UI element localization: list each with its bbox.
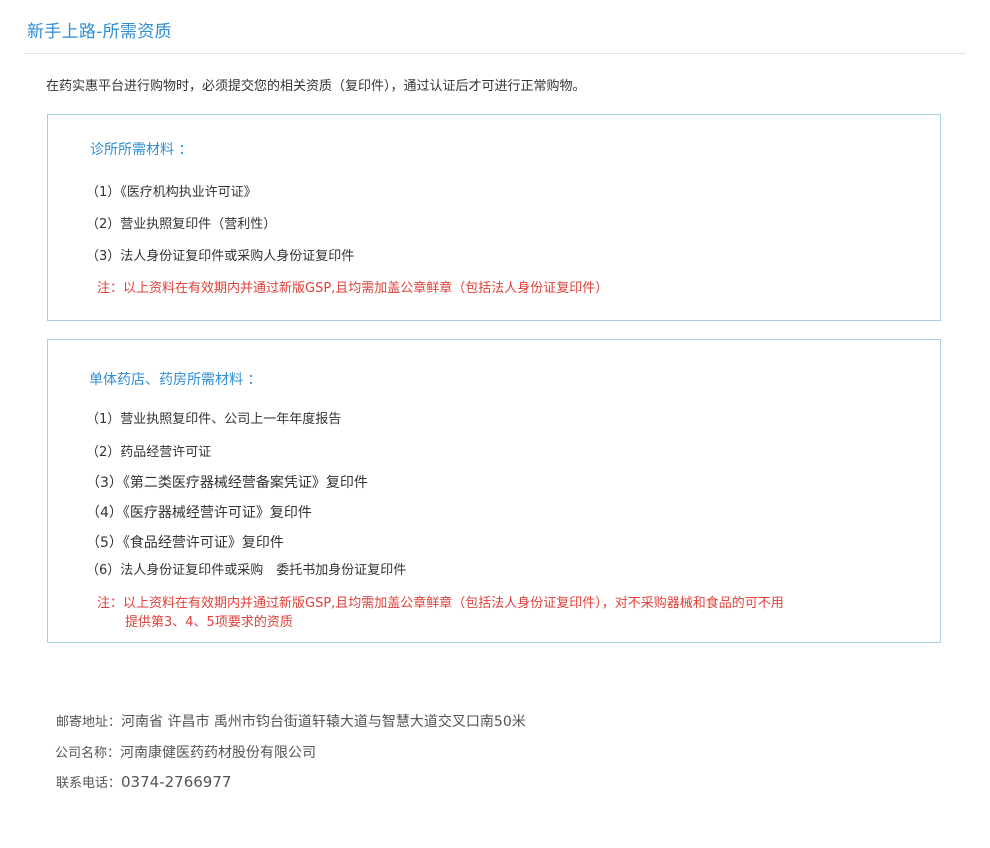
pharmacy-note: 注：以上资料在有效期内并通过新版GSP,且均需加盖公章鲜章（包括法人身份证复印件… (97, 594, 784, 632)
company-value: 河南康健医药药材股份有限公司 (120, 745, 317, 761)
pharmacy-requirements-box: 单体药店、药房所需材料 ： （1）营业执照复印件、公司上一年年度报告 （2）药品… (47, 339, 941, 643)
pharmacy-note-line-2: 提供第3、4、5项要求的资质 (125, 615, 293, 630)
title-divider (24, 53, 966, 54)
address-label: 邮寄地址： (56, 715, 122, 730)
pharmacy-item-3: （3）《第二类医疗器械经营备案凭证》复印件 (86, 475, 368, 491)
address-row: 邮寄地址：河南省 许昌市 禹州市钧台街道轩辕大道与智慧大道交叉口南50米 (56, 711, 526, 731)
company-row: 公司名称：河南康健医药药材股份有限公司 (55, 742, 316, 762)
clinic-section-title: 诊所所需材料 ： (90, 142, 193, 158)
intro-text: 在药实惠平台进行购物时，必须提交您的相关资质（复印件），通过认证后才可进行正常购… (46, 79, 586, 94)
pharmacy-item-4: （4）《医疗器械经营许可证》复印件 (86, 505, 312, 521)
clinic-requirements-box: 诊所所需材料 ： （1）《医疗机构执业许可证》 （2）营业执照复印件（营利性） … (47, 114, 941, 321)
address-value: 河南省 许昌市 禹州市钧台街道轩辕大道与智慧大道交叉口南50米 (121, 714, 526, 730)
phone-value: 0374-2766977 (121, 773, 232, 791)
clinic-item-2: （2）营业执照复印件（营利性） (86, 217, 277, 232)
pharmacy-item-1: （1）营业执照复印件、公司上一年年度报告 (86, 412, 342, 427)
page-title: 新手上路-所需资质 (27, 22, 172, 42)
pharmacy-section-title: 单体药店、药房所需材料 ： (89, 372, 262, 388)
clinic-item-1: （1）《医疗机构执业许可证》 (86, 185, 257, 200)
pharmacy-note-line-1: 注：以上资料在有效期内并通过新版GSP,且均需加盖公章鲜章（包括法人身份证复印件… (97, 596, 784, 611)
pharmacy-item-5: （5）《食品经营许可证》复印件 (86, 535, 284, 551)
phone-label: 联系电话： (56, 776, 122, 791)
company-label: 公司名称： (55, 746, 121, 761)
clinic-item-3: （3）法人身份证复印件或采购人身份证复印件 (86, 249, 355, 264)
pharmacy-item-6: （6）法人身份证复印件或采购 委托书加身份证复印件 (86, 563, 407, 578)
clinic-note: 注：以上资料在有效期内并通过新版GSP,且均需加盖公章鲜章（包括法人身份证复印件… (97, 281, 609, 296)
phone-row: 联系电话：0374-2766977 (56, 772, 231, 791)
pharmacy-item-2: （2）药品经营许可证 (86, 445, 212, 460)
